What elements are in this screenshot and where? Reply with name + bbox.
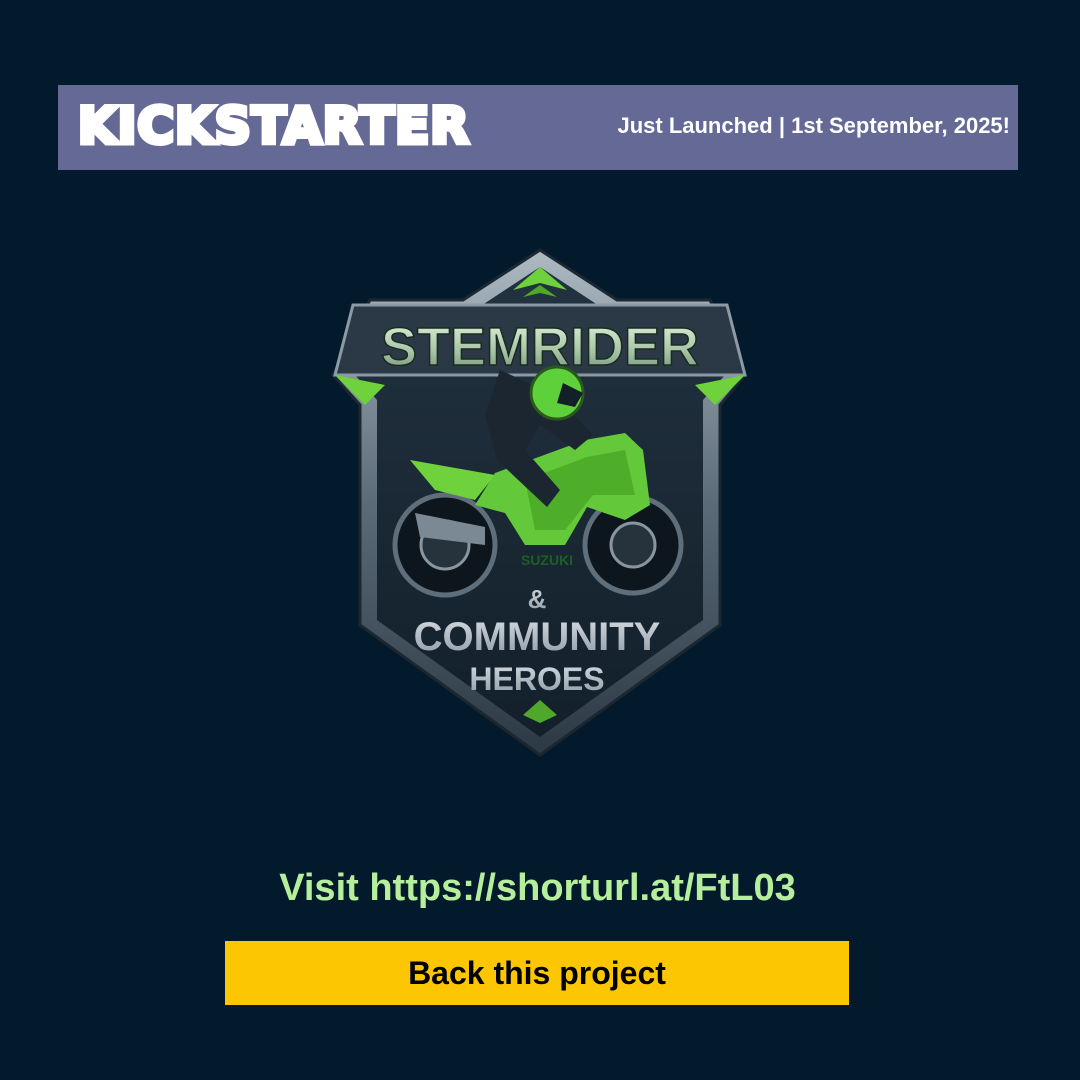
emblem-subtitle-heroes: HEROES bbox=[469, 661, 604, 697]
emblem-title: STEMRIDER bbox=[381, 317, 699, 377]
emblem-ampersand: & bbox=[528, 584, 547, 614]
back-project-button[interactable]: Back this project bbox=[225, 941, 849, 1005]
emblem-subtitle-community: COMMUNITY bbox=[414, 615, 661, 659]
kickstarter-logo[interactable]: KICKSTARTER bbox=[76, 95, 472, 158]
stemrider-emblem: STEMRIDER SUZUKI & COMMUNITY HEROES bbox=[331, 248, 747, 757]
bike-brand-label: SUZUKI bbox=[521, 552, 573, 568]
launch-announcement: Just Launched | 1st September, 2025! bbox=[617, 113, 1010, 138]
visit-link[interactable]: Visit https://shorturl.at/FtL03 bbox=[0, 867, 1075, 910]
